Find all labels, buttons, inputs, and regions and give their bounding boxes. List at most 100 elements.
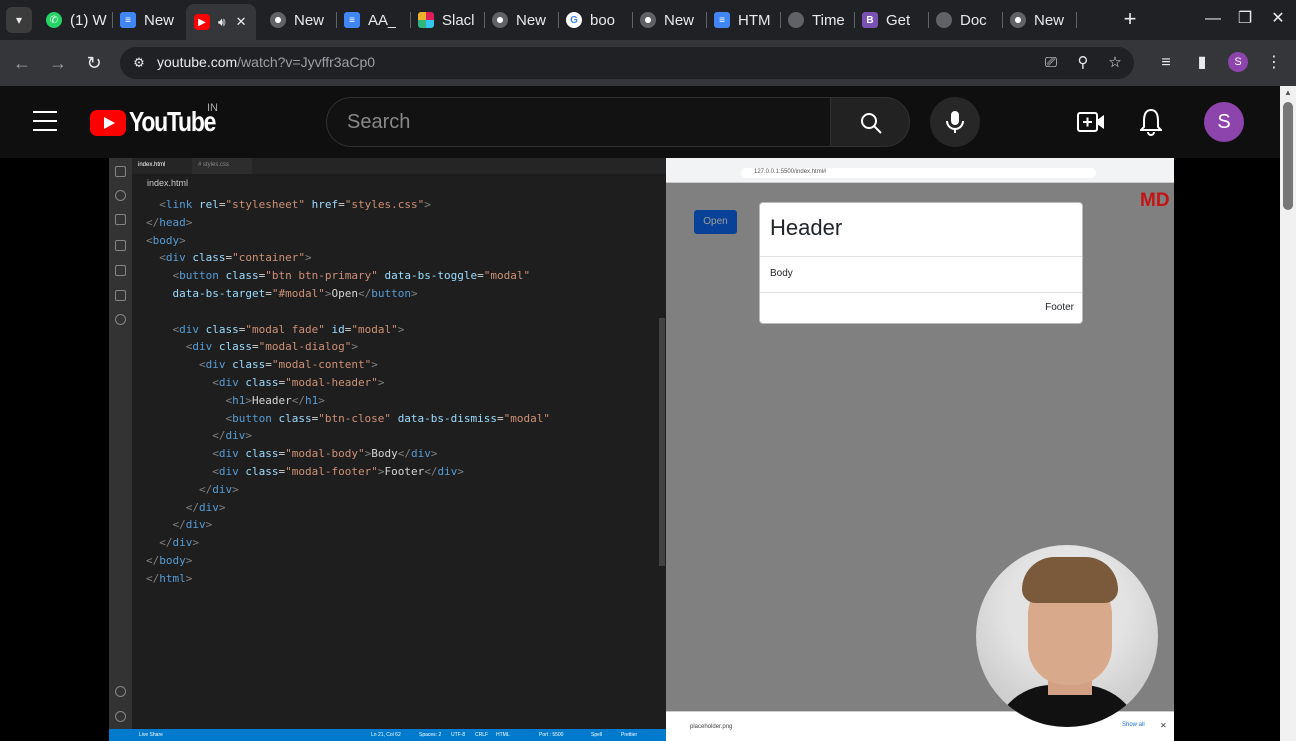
code-line: </body> (146, 553, 193, 567)
code-line: <link rel="stylesheet" href="styles.css"… (146, 198, 431, 211)
docs-icon: ≡ (120, 12, 136, 28)
url-text[interactable]: youtube.com/watch?v=Jyvffr3aCp0 (157, 54, 375, 70)
bookmark-star-icon[interactable]: ☆ (1105, 53, 1125, 73)
search-box (326, 97, 831, 147)
browser-tab[interactable]: Gboo (558, 4, 632, 36)
youtube-logo-text[interactable]: YouTube (129, 106, 216, 138)
chrome-icon (1010, 12, 1026, 28)
chrome-icon (640, 12, 656, 28)
code-line: <button class="btn-close" data-bs-dismis… (146, 411, 551, 425)
guide-menu-icon[interactable] (33, 111, 57, 131)
reload-button[interactable]: ↻ (81, 50, 107, 76)
youtube-icon: ▶ (194, 14, 210, 30)
side-panel-icon[interactable]: ▮ (1191, 52, 1213, 74)
preview-open-button: Open (694, 210, 737, 234)
site-info-icon[interactable]: ⚙ (130, 54, 148, 72)
tab-title: Get (886, 11, 911, 29)
browser-tab[interactable]: New (262, 4, 336, 36)
browser-tab[interactable]: New (632, 4, 706, 36)
tab-search-button[interactable]: ▾ (6, 7, 32, 33)
code-line: <div class="modal-footer">Footer</div> (146, 464, 464, 478)
code-line: <div class="modal fade" id="modal"> (146, 322, 405, 336)
search-icon (861, 113, 882, 134)
code-line: </div> (146, 482, 239, 496)
voice-search-button[interactable] (930, 97, 980, 147)
browser-tab[interactable]: Slacl (410, 4, 484, 36)
browser-tab[interactable]: ≡ New (112, 4, 186, 36)
presenter-webcam-overlay (976, 545, 1158, 727)
tab-title: boo (590, 11, 616, 29)
browser-tab[interactable]: New (1002, 4, 1076, 36)
search-input[interactable] (347, 110, 807, 134)
tab-title: (1) W (70, 11, 107, 29)
browser-tab[interactable]: B Get (854, 4, 928, 36)
new-tab-button[interactable]: + (1119, 8, 1141, 30)
maximize-button[interactable]: ❐ (1234, 8, 1256, 30)
address-bar[interactable]: ⚙ youtube.com/watch?v=Jyvffr3aCp0 ⎚ ⚲ ☆ (120, 47, 1134, 79)
forward-button[interactable]: → (45, 50, 71, 76)
chrome-menu-icon[interactable]: ⋮ (1263, 52, 1285, 74)
browser-tab[interactable]: ✆ (1) W (38, 4, 112, 36)
modal-footer: Footer (1045, 302, 1074, 313)
preview-modal: Header Body Footer (759, 202, 1083, 324)
tab-title: New (144, 11, 175, 29)
media-control-icon[interactable]: ≡ (1155, 52, 1177, 74)
vscode-tab-bar: index.html # styles.css (132, 158, 666, 174)
browser-tab[interactable]: ≡ AA_ (336, 4, 410, 36)
page-scrollbar[interactable]: ▲ (1280, 86, 1296, 741)
code-line: </div> (146, 518, 213, 532)
preview-url: 127.0.0.1:5500/index.html# (741, 168, 1096, 178)
globe-icon (788, 12, 804, 28)
video-player[interactable]: index.html # styles.css index.html <link… (109, 158, 1174, 741)
browser-tab[interactable]: New (484, 4, 558, 36)
status-item: Port : 5500 (539, 732, 564, 738)
download-file-name: placeholder.png (690, 724, 733, 730)
status-item: Spaces: 2 (419, 732, 442, 738)
create-video-icon[interactable] (1077, 110, 1105, 134)
browser-tab[interactable]: ▶ 🔊︎ ✕ (186, 4, 256, 40)
editor-scrollbar (659, 318, 665, 566)
scrollbar-thumb[interactable] (1283, 102, 1293, 210)
accounts-icon (115, 686, 126, 697)
google-icon: G (566, 12, 582, 28)
close-window-button[interactable]: ✕ (1267, 8, 1289, 30)
close-shelf-icon: ✕ (1160, 721, 1167, 730)
corner-logo: MD (1140, 190, 1170, 211)
status-item: Spell (591, 732, 603, 738)
run-debug-icon (115, 240, 126, 251)
vscode-tab: # styles.css (192, 158, 252, 174)
vscode-activity-bar (109, 158, 132, 734)
whatsapp-icon: ✆ (46, 12, 62, 28)
back-button[interactable]: ← (9, 50, 35, 76)
profile-avatar[interactable]: S (1228, 52, 1248, 72)
browser-tab[interactable]: ≡ HTM (706, 4, 780, 36)
code-editor-text: <link rel="stylesheet" href="styles.css"… (146, 196, 550, 588)
install-app-icon[interactable]: ⎚ (1041, 53, 1061, 73)
close-tab-icon[interactable]: ✕ (236, 14, 247, 30)
microphone-icon (946, 111, 964, 133)
notifications-bell-icon[interactable] (1140, 108, 1162, 136)
search-button[interactable] (830, 97, 910, 147)
live-share-icon (115, 314, 126, 325)
zoom-icon[interactable]: ⚲ (1073, 53, 1093, 73)
docs-icon: ≡ (714, 12, 730, 28)
extensions-icon (115, 290, 126, 301)
youtube-logo-icon[interactable] (90, 110, 126, 136)
tab-title: New (664, 11, 695, 29)
browser-tab[interactable]: Time (780, 4, 854, 36)
scroll-up-arrow-icon[interactable]: ▲ (1284, 88, 1292, 97)
browser-tab[interactable]: Doc (928, 4, 1002, 36)
tab-strip: ▾ ✆ (1) W ≡ New ▶ 🔊︎ ✕ New ≡ AA_ Slacl New Gboo New ≡ H… (0, 0, 1296, 40)
minimize-button[interactable]: — (1202, 8, 1224, 30)
code-line: </div> (146, 536, 199, 550)
explorer-icon (115, 166, 126, 177)
source-control-icon (115, 214, 126, 225)
code-line: </div> (146, 500, 226, 514)
slack-icon (418, 12, 434, 28)
account-avatar[interactable]: S (1204, 102, 1244, 142)
audio-playing-icon[interactable]: 🔊︎ (218, 15, 226, 30)
browser-toolbar: ← → ↻ ⚙ youtube.com/watch?v=Jyvffr3aCp0 … (0, 40, 1296, 86)
vscode-status-bar: Live Share Ln 21, Col 62 Spaces: 2 UTF-8… (109, 729, 666, 741)
code-line: <h1>Header</h1> (146, 393, 325, 407)
bootstrap-icon: B (862, 12, 878, 28)
